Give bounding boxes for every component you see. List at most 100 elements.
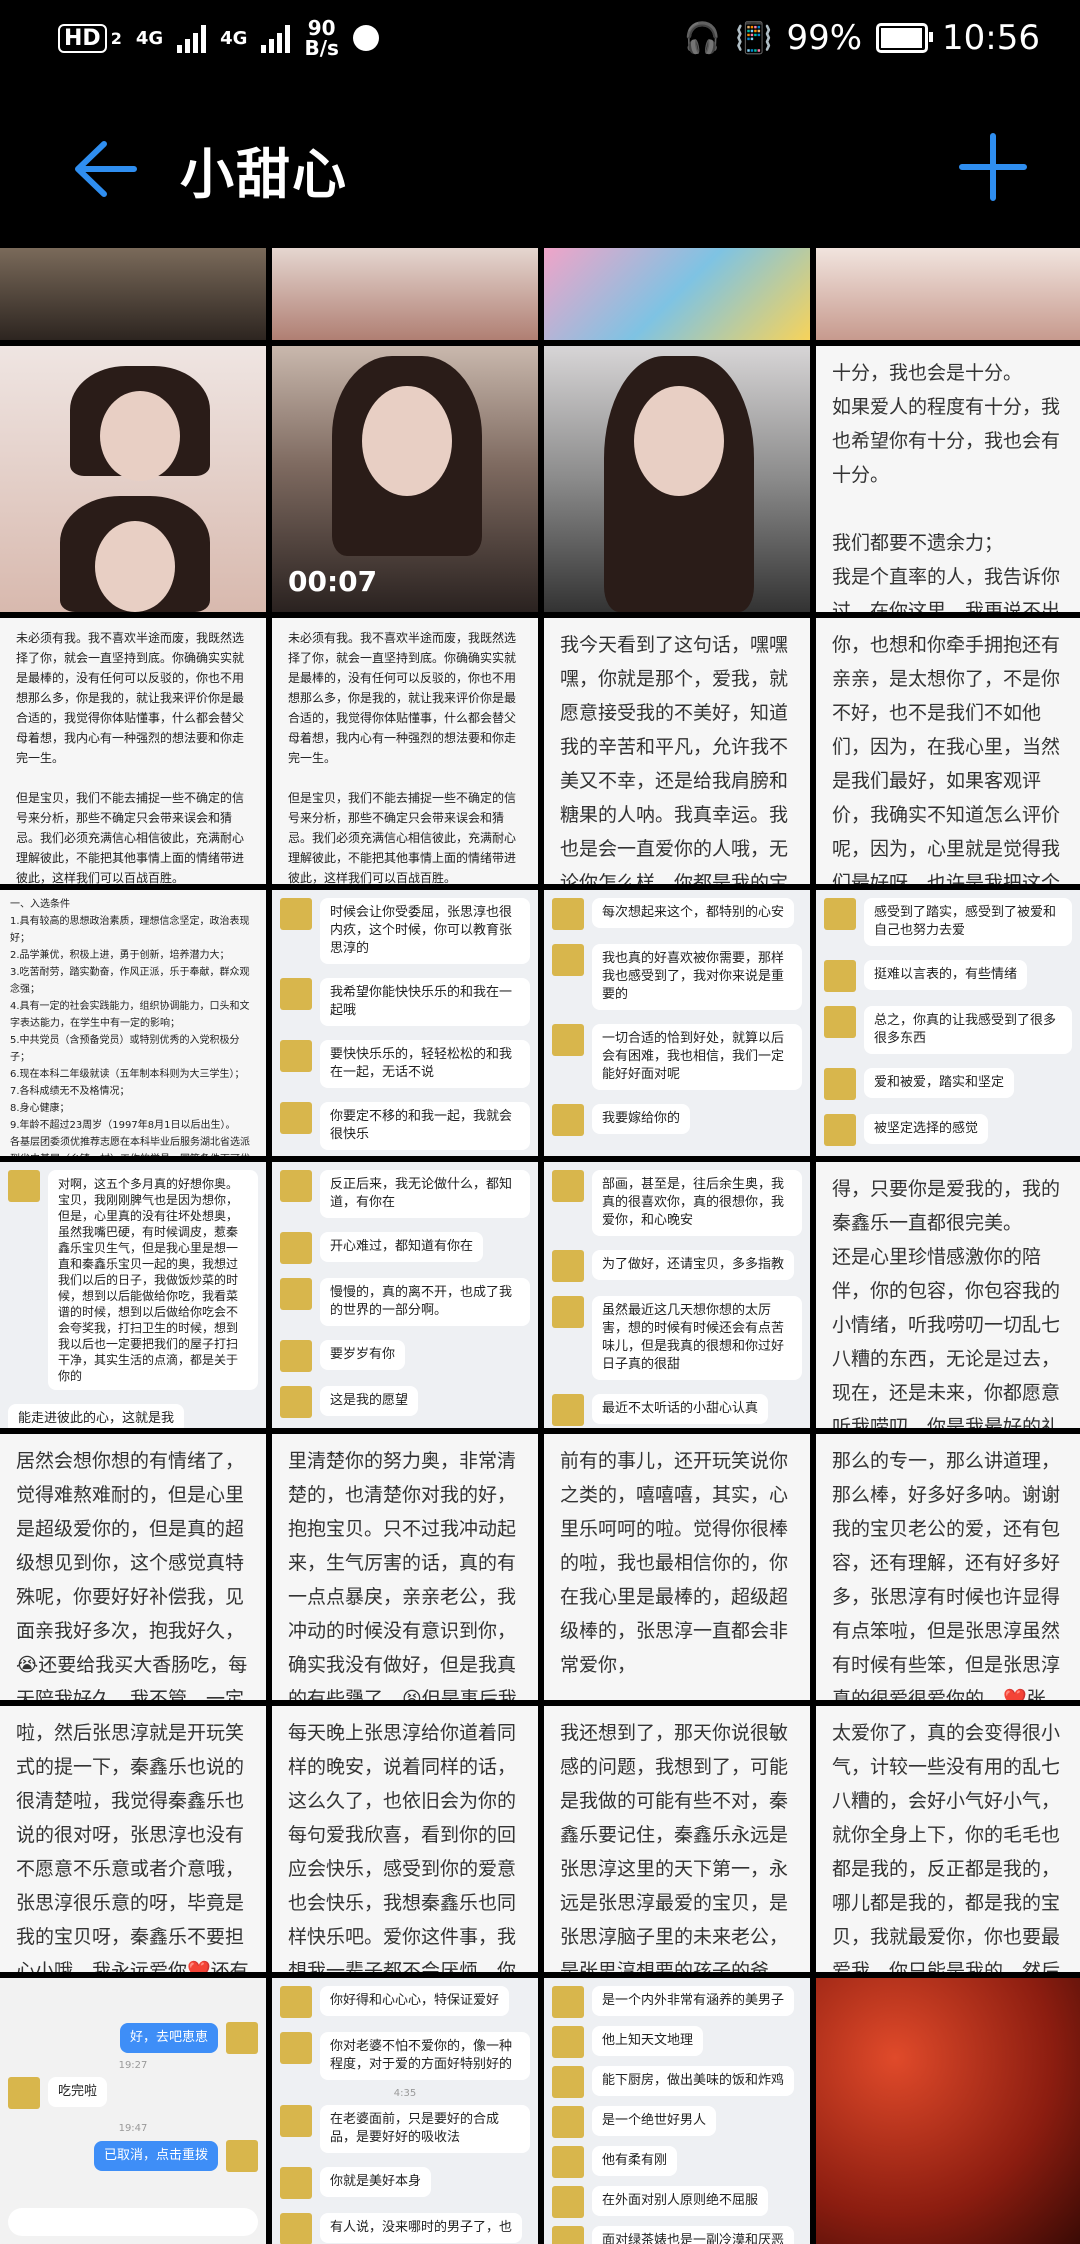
- screenshot-text-thumb[interactable]: 那么的专一，那么讲道理，那么棒，好多好多呐。谢谢我的宝贝老公的爱，还有包容，还有…: [816, 1434, 1080, 1700]
- chat-bubble: 最近不太听话的小甜心认真: [592, 1394, 769, 1424]
- photo-thumb[interactable]: [544, 248, 810, 340]
- screenshot-text-thumb[interactable]: 十分，我也会是十分。 如果爱人的程度有十分，我也希望你有十分，我也会有十分。 我…: [816, 346, 1080, 612]
- chat-screenshot-thumb[interactable]: 每次想起来这个，都特别的心安 我也真的好喜欢被你需要，那样我也感受到了，我对你来…: [544, 890, 810, 1156]
- avatar: [552, 2066, 584, 2098]
- chat-bubble: 有人说，没来哪时的男子了，也: [320, 2213, 523, 2243]
- chat-screenshot-thumb[interactable]: 是一个内外非常有涵养的美男子 他上知天文地理 能下厨房，做出美味的饭和炸鸡 是一…: [544, 1978, 810, 2244]
- chat-time: 4:35: [393, 2088, 417, 2099]
- chat-message: 部画，甚至是，往后余生奥，我真的很喜欢你，真的很想你，我爱你，和心晚安: [552, 1170, 802, 1236]
- video-thumb[interactable]: 00:07: [272, 346, 538, 612]
- screenshot-text-thumb[interactable]: 每天晚上张思淳给你道着同样的晚安，说着同样的话，这么久了，也依旧会为你的每句爱我…: [272, 1706, 538, 1972]
- chat-message: 虽然最近这几天想你想的太厉害，想的时候有时候还会有点苦味儿，但是我真的很想和你过…: [552, 1296, 802, 1380]
- chat-message: 要岁岁有你: [280, 1340, 530, 1372]
- chat-bubble: 我要嫁给你的: [592, 1104, 691, 1134]
- screenshot-text-thumb[interactable]: 太爱你了，真的会变得很小气，计较一些没有用的乱七八糟的，会好小气好小气，就你全身…: [816, 1706, 1080, 1972]
- chat-message: 你对老婆不怕不爱你的，像一种程度，对于爱的方面好特别好的: [280, 2032, 530, 2080]
- chat-bubble: 他有柔有刚: [592, 2146, 678, 2176]
- chat-message: 爱和被爱，踏实和坚定: [824, 1068, 1072, 1100]
- chat-screenshot-thumb[interactable]: 对啊，这五个多月真的好想你奥。宝贝，我刚刚脾气也是因为想你，但是，心里真的没有往…: [0, 1162, 266, 1428]
- doc-line: 3.吃苦耐劳，踏实勤奋，作风正派，乐于奉献，群众观念强；: [10, 967, 250, 995]
- chat-bubble: 你对老婆不怕不爱你的，像一种程度，对于爱的方面好特别好的: [320, 2032, 530, 2080]
- chat-screenshot-thumb[interactable]: 部画，甚至是，往后余生奥，我真的很喜欢你，真的很想你，我爱你，和心晚安 为了做好…: [544, 1162, 810, 1428]
- chat-message: 在外面对别人原则绝不屈服: [552, 2186, 802, 2218]
- avatar: [280, 1040, 312, 1072]
- doc-line: 各基层团委须优推荐志愿在本科毕业后服务湖北省选派到省内基层（乡镇、村）工作的学员…: [10, 1137, 250, 1156]
- chat-message: 他有柔有刚: [552, 2146, 802, 2178]
- screenshot-text-thumb[interactable]: 未必须有我。我不喜欢半途而废，我既然选择了你，就会一直坚持到底。你确确实实就是最…: [0, 618, 266, 884]
- avatar: [280, 2105, 312, 2137]
- doc-line: 一、入选条件: [10, 899, 70, 910]
- chat-bubble: 我也真的好喜欢被你需要，那样我也感受到了，我对你来说是重要的: [592, 944, 802, 1010]
- chat-screenshot-thumb[interactable]: 好，去吧恵恵 19:27 吃完啦 19:47 已取消，点击重拨: [0, 1978, 266, 2244]
- photo-thumb[interactable]: [816, 248, 1080, 340]
- chat-message: 挺难以言表的，有些情绪: [824, 960, 1072, 992]
- globe-icon: [352, 25, 379, 51]
- doc-line: 4.具有一定的社会实践能力，组织协调能力，口头和文字表达能力，在学生中有一定的影…: [10, 1001, 250, 1029]
- net-type-1: 4G: [135, 27, 164, 49]
- avatar: [552, 1170, 584, 1202]
- avatar: [552, 898, 584, 930]
- battery-fill: [881, 28, 922, 48]
- chat-message: 是一个绝世好男人: [552, 2106, 802, 2138]
- chat-bubble: 爱和被爱，踏实和坚定: [864, 1068, 1015, 1098]
- screenshot-text-thumb[interactable]: 啦，然后张思淳就是开玩笑式的提一下，秦鑫乐也说的很清楚啦，我觉得秦鑫乐也说的很对…: [0, 1706, 266, 1972]
- screenshot-text-thumb[interactable]: 我还想到了，那天你说很敏感的问题，我想到了，可能是我做的可能有些不对，秦鑫乐要记…: [544, 1706, 810, 1972]
- screenshot-text-thumb[interactable]: 我今天看到了这句话，嘿嘿嘿，你就是那个，爱我，就愿意接受我的不美好，知道我的辛苦…: [544, 618, 810, 884]
- chat-message: 能走进彼此的心，这就是我: [8, 1404, 258, 1428]
- net-speed: 90 B/s: [304, 18, 338, 58]
- back-arrow-icon[interactable]: [72, 138, 138, 200]
- avatar: [552, 2186, 584, 2218]
- screenshot-text-thumb[interactable]: 里清楚你的努力奥，非常清楚的，也清楚你对我的好，抱抱宝贝。只不过我冲动起来，生气…: [272, 1434, 538, 1700]
- chat-message: 吃完啦: [8, 2077, 258, 2109]
- chat-bubble: 要岁岁有你: [320, 1340, 406, 1370]
- avatar: [280, 1232, 312, 1264]
- screenshot-text-thumb[interactable]: 得，只要你是爱我的，我的秦鑫乐一直都很完美。 还是心里珍惜感激你的陪伴，你的包容…: [816, 1162, 1080, 1428]
- sim-number: 2: [110, 28, 122, 48]
- chat-screenshot-thumb[interactable]: 反正后来，我无论做什么，都知道，有你在 开心难过，都知道有你在 慢慢的，真的离不…: [272, 1162, 538, 1428]
- doc-line: 7.各科成绩无不及格情况；: [10, 1086, 130, 1097]
- album-title: 小甜心: [180, 143, 348, 206]
- screenshot-text-thumb[interactable]: 未必须有我。我不喜欢半途而废，我既然选择了你，就会一直坚持到底。你确确实实就是最…: [272, 618, 538, 884]
- portrait-face: [100, 391, 180, 481]
- screenshot-text-thumb[interactable]: 一、入选条件 1.具有较高的思想政治素质，理想信念坚定，政治表现好； 2.品学兼…: [0, 890, 266, 1156]
- photo-thumb[interactable]: [272, 248, 538, 340]
- chat-message: 总之，你真的让我感受到了很多很多东西: [824, 1006, 1072, 1054]
- chat-bubble: 部画，甚至是，往后余生奥，我真的很喜欢你，真的很想你，我爱你，和心晚安: [592, 1170, 802, 1236]
- avatar: [280, 1386, 312, 1418]
- avatar: [552, 1296, 584, 1328]
- chat-message: 开心难过，都知道有你在: [280, 1232, 530, 1264]
- add-plus-icon[interactable]: [958, 132, 1028, 202]
- avatar: [552, 1394, 584, 1426]
- avatar: [552, 2146, 584, 2178]
- doc-line: 8.身心健康；: [10, 1103, 70, 1114]
- chat-screenshot-thumb[interactable]: 时候会让你受委屈，张思淳也很内疚，这个时候，你可以教育张思淳的 我希望你能快快乐…: [272, 890, 538, 1156]
- chat-screenshot-thumb[interactable]: 你好得和心心心，特保证爱好 你对老婆不怕不爱你的，像一种程度，对于爱的方面好特别…: [272, 1978, 538, 2244]
- avatar: [824, 960, 856, 992]
- screenshot-text-thumb[interactable]: 前有的事儿，还开玩笑说你之类的，嘻嘻嘻，其实，心里乐呵呵的啦。觉得你很棒的啦，我…: [544, 1434, 810, 1700]
- chat-message: 为了做好，还请宝贝，多多指教: [552, 1250, 802, 1282]
- chat-bubble: 开心难过，都知道有你在: [320, 1232, 484, 1262]
- net-type-2: 4G: [220, 27, 248, 49]
- screenshot-text-thumb[interactable]: 居然会想你想的有情绪了，觉得难熬难耐的，但是心里是超级爱你的，但是真的超级想见到…: [0, 1434, 266, 1700]
- avatar: [552, 2226, 584, 2244]
- headphones-icon: 🎧: [683, 20, 722, 56]
- avatar: [280, 1340, 312, 1372]
- photo-thumb[interactable]: [816, 1978, 1080, 2244]
- avatar: [552, 1024, 584, 1056]
- chat-bubble: 挺难以言表的，有些情绪: [864, 960, 1028, 990]
- chat-bubble: 这是我的愿望: [320, 1386, 419, 1416]
- chat-screenshot-thumb[interactable]: 感受到了踏实，感受到了被爱和自己也努力去爱 挺难以言表的，有些情绪 总之，你真的…: [816, 890, 1080, 1156]
- doc-line: 1.具有较高的思想政治素质，理想信念坚定，政治表现好；: [10, 916, 250, 944]
- chat-message: 我希望你能快快乐乐的和我在一起哦: [280, 978, 530, 1026]
- chat-bubble: 慢慢的，真的离不开，也成了我的世界的一部分啊。: [320, 1278, 530, 1326]
- chat-message: 要快快乐乐的，轻轻松松的和我在一起，无话不说: [280, 1040, 530, 1088]
- photo-thumb[interactable]: [544, 346, 810, 612]
- photo-thumb[interactable]: [0, 346, 266, 612]
- doc-line: 2.品学兼优，积极上进，勇于创新，培养潜力大；: [10, 950, 230, 961]
- screenshot-text-thumb[interactable]: 你，也想和你牵手拥抱还有亲亲，是太想你了，不是你不好，也不是我们不如他们，因为，…: [816, 618, 1080, 884]
- photo-thumb[interactable]: [0, 248, 266, 340]
- chat-bubble: 能走进彼此的心，这就是我: [8, 1404, 185, 1428]
- chat-bubble: 面对绿茶婊也是一副冷漠和厌恶: [592, 2226, 795, 2244]
- avatar: [552, 1986, 584, 2018]
- chat-message: 是一个内外非常有涵养的美男子: [552, 1986, 802, 2018]
